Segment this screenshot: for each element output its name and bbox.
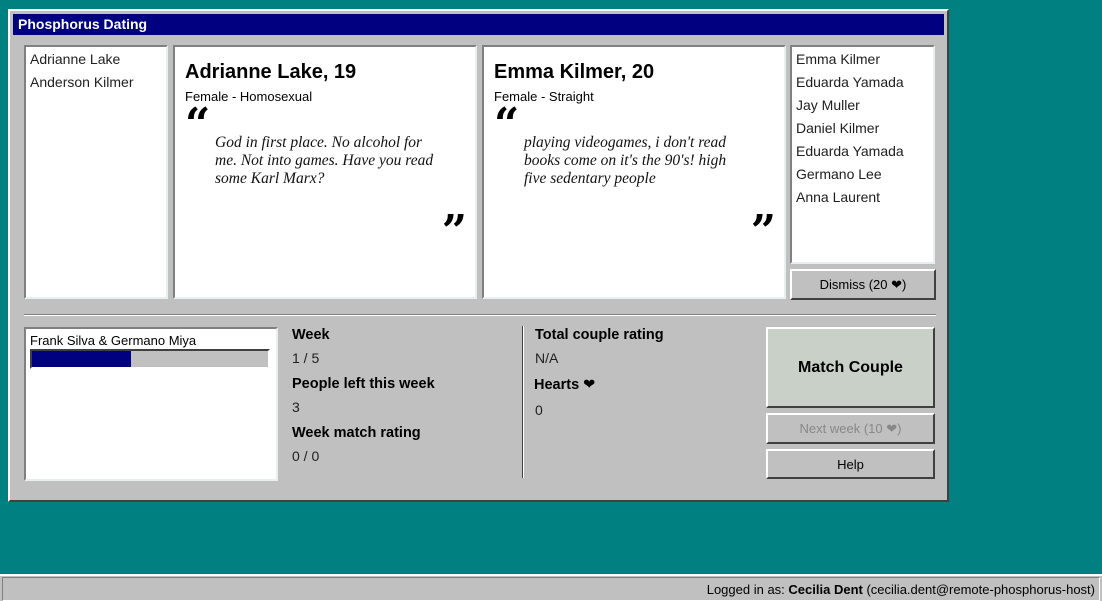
open-quote-icon: “ [494, 99, 519, 150]
next-week-button[interactable]: Next week (10 ❤) [766, 413, 935, 444]
profile-name: Adrianne Lake, 19 [185, 61, 357, 83]
horizontal-divider [24, 314, 936, 316]
list-item[interactable]: Anderson Kilmer [30, 73, 162, 96]
couple-progress-bar [30, 349, 270, 369]
right-candidate-list[interactable]: Emma Kilmer Eduarda Yamada Jay Muller Da… [790, 45, 935, 264]
people-left-value: 3 [292, 399, 300, 415]
couple-label: Frank Silva & Germano Miya [30, 333, 197, 348]
total-rating-label: Total couple rating [535, 327, 664, 343]
profile-bio: God in first place. No alcohol for me. N… [215, 134, 434, 187]
status-bar-panel: Logged in as: Cecilia Dent (cecilia.dent… [2, 577, 1100, 601]
help-button[interactable]: Help [766, 449, 935, 479]
window-title: Phosphorus Dating [13, 14, 944, 35]
login-prefix: Logged in as: [706, 581, 785, 597]
list-item[interactable]: Adrianne Lake [30, 50, 162, 73]
list-item[interactable]: Germano Lee [796, 165, 929, 188]
profile-subtitle: Female - Homosexual [185, 89, 313, 104]
close-quote-icon: ” [750, 206, 776, 257]
profile-card-left: Adrianne Lake, 19 Female - Homosexual “ … [173, 45, 477, 299]
hearts-value: 0 [535, 402, 543, 418]
total-rating-value: N/A [535, 350, 559, 366]
close-quote-icon: ” [441, 206, 467, 257]
status-bar: Logged in as: Cecilia Dent (cecilia.dent… [0, 574, 1102, 601]
profile-bio: playing videogames, i don't read books c… [524, 134, 727, 187]
couple-item[interactable]: Frank Silva & Germano Miya [26, 329, 276, 373]
dismiss-button[interactable]: Dismiss (20 ❤) [790, 269, 936, 300]
week-label: Week [292, 327, 330, 343]
list-item[interactable]: Daniel Kilmer [796, 119, 929, 142]
left-candidate-list[interactable]: Adrianne Lake Anderson Kilmer [24, 45, 168, 299]
list-item[interactable]: Emma Kilmer [796, 50, 929, 73]
week-match-label: Week match rating [292, 425, 421, 441]
profile-name: Emma Kilmer, 20 [494, 61, 655, 83]
profile-card-right: Emma Kilmer, 20 Female - Straight “ play… [482, 45, 786, 299]
logged-in-host: (cecilia.dent@remote-phosphorus-host) [866, 581, 1095, 597]
week-value: 1 / 5 [292, 350, 320, 366]
open-quote-icon: “ [185, 99, 210, 150]
couples-list[interactable]: Frank Silva & Germano Miya [24, 327, 278, 481]
couple-progress-fill [32, 351, 132, 367]
vertical-divider [522, 326, 524, 478]
list-item[interactable]: Eduarda Yamada [796, 73, 929, 96]
list-item[interactable]: Jay Muller [796, 96, 929, 119]
main-window: Phosphorus Dating Adrianne Lake Anderson… [8, 9, 949, 502]
people-left-label: People left this week [292, 376, 435, 392]
list-item[interactable]: Anna Laurent [796, 188, 929, 211]
logged-in-user: Cecilia Dent [788, 581, 863, 597]
match-couple-button[interactable]: Match Couple [766, 327, 935, 408]
hearts-label: Hearts ❤ [534, 377, 596, 393]
list-item[interactable]: Eduarda Yamada [796, 142, 929, 165]
week-match-value: 0 / 0 [292, 448, 320, 464]
profile-subtitle: Female - Straight [494, 89, 594, 104]
